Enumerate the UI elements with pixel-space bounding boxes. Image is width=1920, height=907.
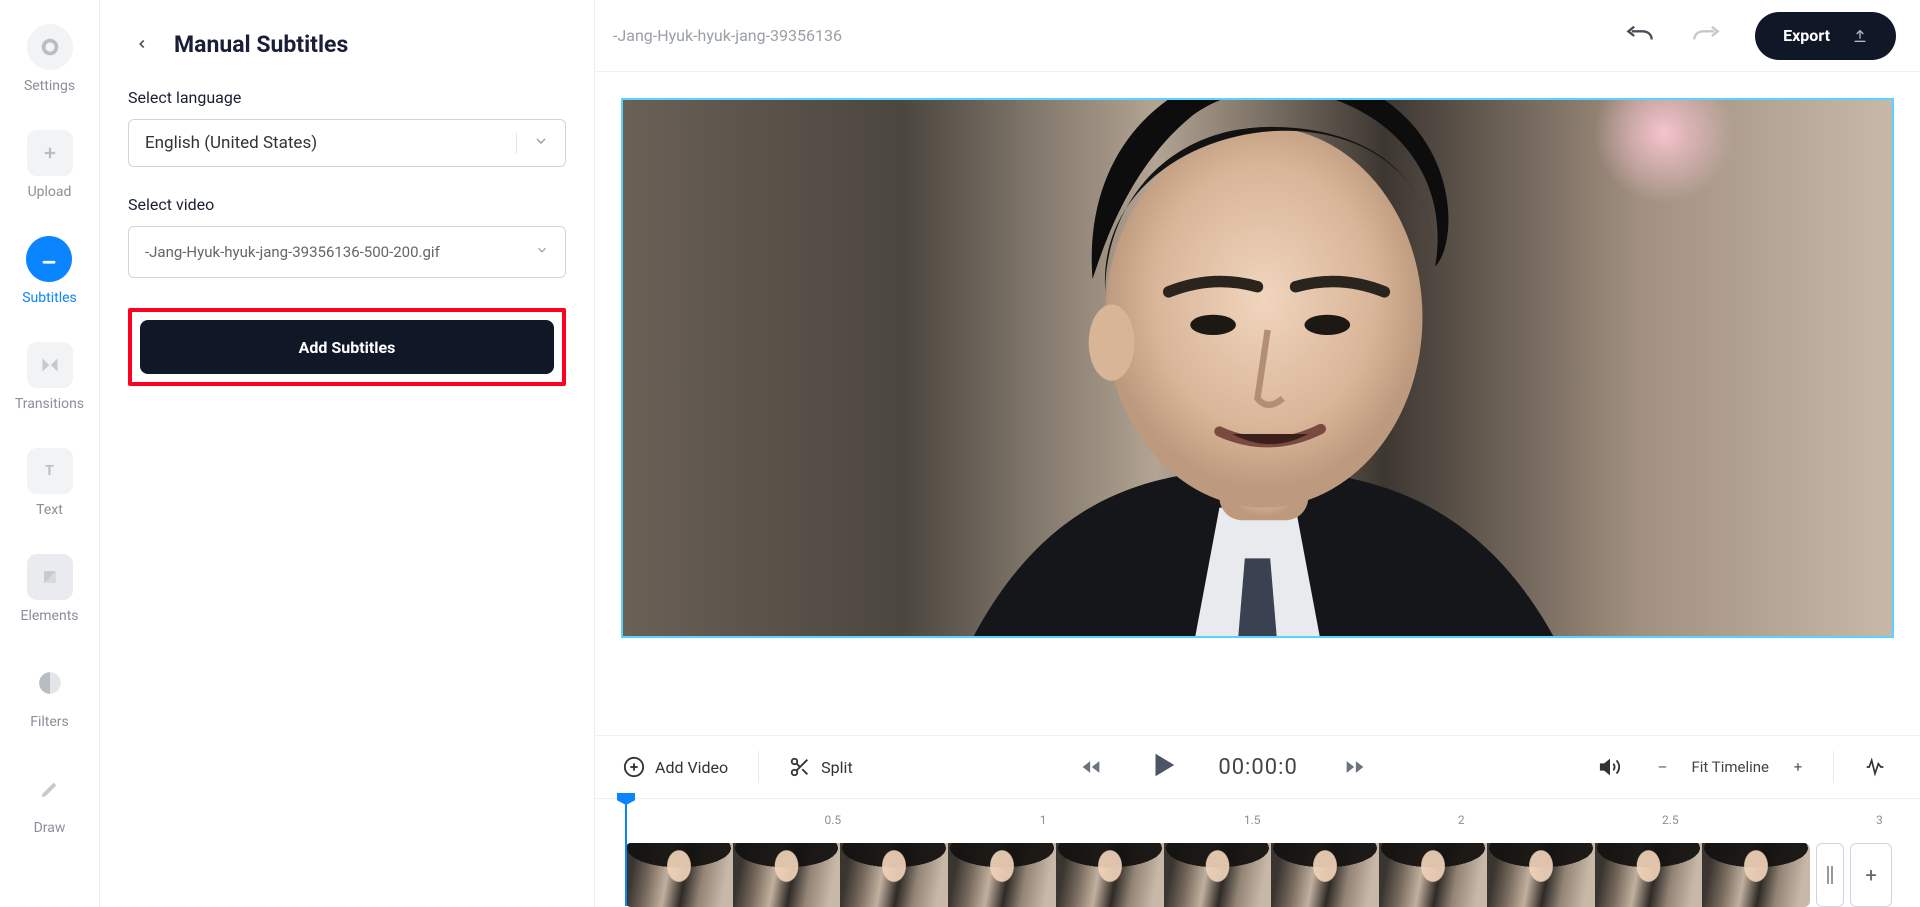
nav-item-transitions[interactable]: Transitions [15, 342, 84, 412]
upload-icon [27, 130, 73, 176]
video-select[interactable]: -Jang-Hyuk-hyuk-jang-39356136-500-200.gi… [128, 226, 566, 278]
nav-label: Text [36, 502, 63, 518]
export-label: Export [1783, 26, 1830, 45]
clip-thumbnail [948, 843, 1056, 907]
nav-item-elements[interactable]: Elements [20, 554, 78, 624]
text-icon: T [27, 448, 73, 494]
timeline-ruler[interactable]: 0.5 1 1.5 2 2.5 3 [625, 813, 1892, 843]
playhead[interactable] [625, 802, 627, 906]
project-name[interactable]: -Jang-Hyuk-hyuk-jang-39356136 [613, 26, 842, 45]
language-label: Select language [128, 88, 566, 107]
annotation-highlight: Add Subtitles [128, 308, 566, 386]
nav-label: Transitions [15, 396, 84, 412]
clip-thumbnail [1595, 843, 1703, 907]
filters-icon [27, 660, 73, 706]
split-button[interactable]: Split [789, 756, 853, 778]
nav-item-upload[interactable]: Upload [27, 130, 73, 200]
plus-circle-icon [623, 756, 645, 778]
clip-thumbnail [1379, 843, 1487, 907]
export-button[interactable]: Export [1755, 12, 1896, 60]
language-value: English (United States) [145, 133, 317, 153]
topbar: -Jang-Hyuk-hyuk-jang-39356136 Export [595, 0, 1920, 72]
waveform-button[interactable] [1858, 753, 1892, 781]
elements-icon [27, 554, 73, 600]
nav-label: Filters [30, 714, 69, 730]
video-track[interactable] [625, 843, 1810, 907]
video-preview[interactable] [621, 98, 1894, 638]
chevron-down-icon [516, 133, 549, 154]
rewind-button[interactable] [1074, 753, 1108, 781]
nav-item-text[interactable]: T Text [27, 448, 73, 518]
volume-button[interactable] [1593, 753, 1627, 781]
clip-thumbnail [840, 843, 948, 907]
left-nav: Settings Upload Subtitles Transitions T … [0, 0, 100, 907]
panel-title: Manual Subtitles [174, 31, 348, 58]
main-area: -Jang-Hyuk-hyuk-jang-39356136 Export [595, 0, 1920, 907]
clip-end-handle[interactable] [1816, 843, 1844, 907]
nav-item-filters[interactable]: Filters [27, 660, 73, 730]
add-clip-button[interactable]: + [1850, 843, 1892, 907]
transitions-icon [27, 342, 73, 388]
ruler-tick: 1.5 [1244, 813, 1261, 827]
ruler-tick: 1 [1040, 813, 1047, 827]
add-video-button[interactable]: Add Video [623, 756, 728, 778]
nav-item-draw[interactable]: Draw [27, 766, 73, 836]
clip-thumbnail [1271, 843, 1379, 907]
fit-timeline-label[interactable]: Fit Timeline [1691, 758, 1769, 776]
redo-button[interactable] [1689, 22, 1723, 50]
add-subtitles-button[interactable]: Add Subtitles [140, 320, 554, 374]
nav-label: Settings [24, 78, 75, 94]
video-value: -Jang-Hyuk-hyuk-jang-39356136-500-200.gi… [145, 243, 440, 261]
current-time: 00:00:0 [1218, 755, 1297, 780]
forward-button[interactable] [1338, 753, 1372, 781]
nav-label: Elements [20, 608, 78, 624]
scissors-icon [789, 756, 811, 778]
nav-label: Subtitles [22, 290, 77, 306]
clip-thumbnail [1056, 843, 1164, 907]
nav-label: Upload [28, 184, 72, 200]
preview-frame [623, 100, 1892, 636]
nav-item-subtitles[interactable]: Subtitles [22, 236, 77, 306]
subtitles-panel: Manual Subtitles Select language English… [100, 0, 595, 907]
nav-label: Draw [34, 820, 66, 836]
zoom-in-button[interactable]: + [1787, 756, 1809, 778]
ruler-tick: 0.5 [824, 813, 841, 827]
video-label: Select video [128, 195, 566, 214]
ruler-tick: 2 [1458, 813, 1465, 827]
nav-item-settings[interactable]: Settings [24, 24, 75, 94]
divider [1833, 751, 1834, 783]
chevron-down-icon [535, 243, 549, 261]
back-button[interactable] [128, 30, 156, 58]
upload-icon [1852, 28, 1868, 44]
divider [758, 751, 759, 783]
clip-thumbnail [625, 843, 733, 907]
play-button[interactable] [1148, 750, 1178, 784]
subtitles-icon [26, 236, 72, 282]
clip-thumbnail [1702, 843, 1810, 907]
clip-thumbnail [1487, 843, 1595, 907]
timeline-area: 0.5 1 1.5 2 2.5 3 [595, 799, 1920, 907]
language-select[interactable]: English (United States) [128, 119, 566, 167]
ruler-tick: 3 [1876, 813, 1883, 827]
zoom-out-button[interactable]: – [1651, 756, 1673, 778]
clip-thumbnail [733, 843, 841, 907]
add-subtitles-label: Add Subtitles [299, 338, 396, 357]
split-label: Split [821, 758, 853, 777]
clip-thumbnail [1164, 843, 1272, 907]
add-video-label: Add Video [655, 758, 728, 777]
undo-button[interactable] [1623, 22, 1657, 50]
timeline-toolbar: Add Video Split 00:00:0 [595, 735, 1920, 799]
zoom-controls: – Fit Timeline + [1651, 756, 1809, 778]
ruler-tick: 2.5 [1662, 813, 1679, 827]
gear-icon [27, 24, 73, 70]
draw-icon [27, 766, 73, 812]
